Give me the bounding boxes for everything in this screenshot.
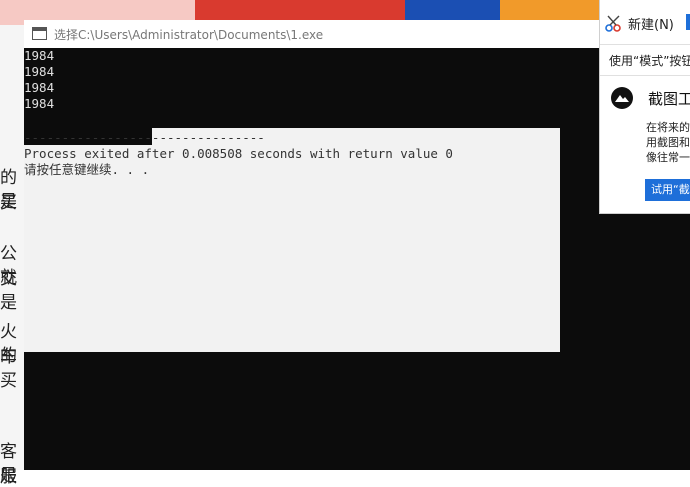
mode-icon[interactable] bbox=[686, 14, 690, 30]
bg-text: 是 bbox=[0, 192, 17, 212]
upgrade-notice: 在将来的 用截图和 像往常一 bbox=[646, 120, 690, 165]
notice-line: 像往常一 bbox=[646, 151, 690, 164]
output-line: 1984 bbox=[24, 48, 55, 63]
divider bbox=[600, 75, 690, 76]
process-exit-line: Process exited after 0.008508 seconds wi… bbox=[24, 146, 453, 161]
snip-sketch-icon bbox=[611, 87, 633, 109]
console-output-area[interactable]: 1984 1984 1984 1984 --------------------… bbox=[24, 48, 690, 470]
output-line: 1984 bbox=[24, 80, 55, 95]
notice-line: 在将来的 bbox=[646, 121, 690, 134]
output-line: 1984 bbox=[24, 96, 55, 111]
divider bbox=[600, 44, 690, 45]
mode-hint-text: 使用“模式”按钮 bbox=[609, 54, 690, 68]
window-titlebar[interactable]: 选择C:\Users\Administrator\Documents\1.exe bbox=[24, 20, 604, 49]
console-app-icon bbox=[32, 27, 47, 40]
snip-sketch-title: 截图工 bbox=[648, 90, 690, 108]
bg-text: 的买 bbox=[0, 346, 17, 391]
selected-output: -------------------------------- Process… bbox=[24, 130, 453, 178]
new-snip-label: 新建(N) bbox=[628, 17, 674, 33]
bg-text: 就是 bbox=[0, 268, 17, 313]
console-output: 1984 1984 1984 1984 bbox=[24, 48, 54, 112]
output-line: 1984 bbox=[24, 64, 55, 79]
notice-line: 用截图和 bbox=[646, 136, 690, 149]
snipping-tool-panel[interactable]: 新建(N) 使用“模式”按钮 截图工 在将来的 用截图和 像往常一 试用“截 bbox=[599, 0, 690, 214]
snipping-toolbar: 新建(N) bbox=[600, 0, 690, 44]
console-window[interactable]: 选择C:\Users\Administrator\Documents\1.exe… bbox=[24, 20, 690, 470]
background-page-strip: 的买 是 公交 就是 火车 的买 客服 是 bbox=[0, 25, 24, 487]
scissors-icon bbox=[605, 15, 621, 32]
separator-line: -------------------------------- bbox=[24, 130, 265, 145]
new-snip-button[interactable]: 新建(N) bbox=[604, 12, 674, 34]
bg-text: 是 bbox=[0, 466, 17, 486]
try-snip-sketch-button[interactable]: 试用“截 bbox=[645, 179, 690, 201]
window-title: 选择C:\Users\Administrator\Documents\1.exe bbox=[54, 28, 324, 42]
press-any-key-line: 请按任意键继续. . . bbox=[24, 162, 150, 177]
